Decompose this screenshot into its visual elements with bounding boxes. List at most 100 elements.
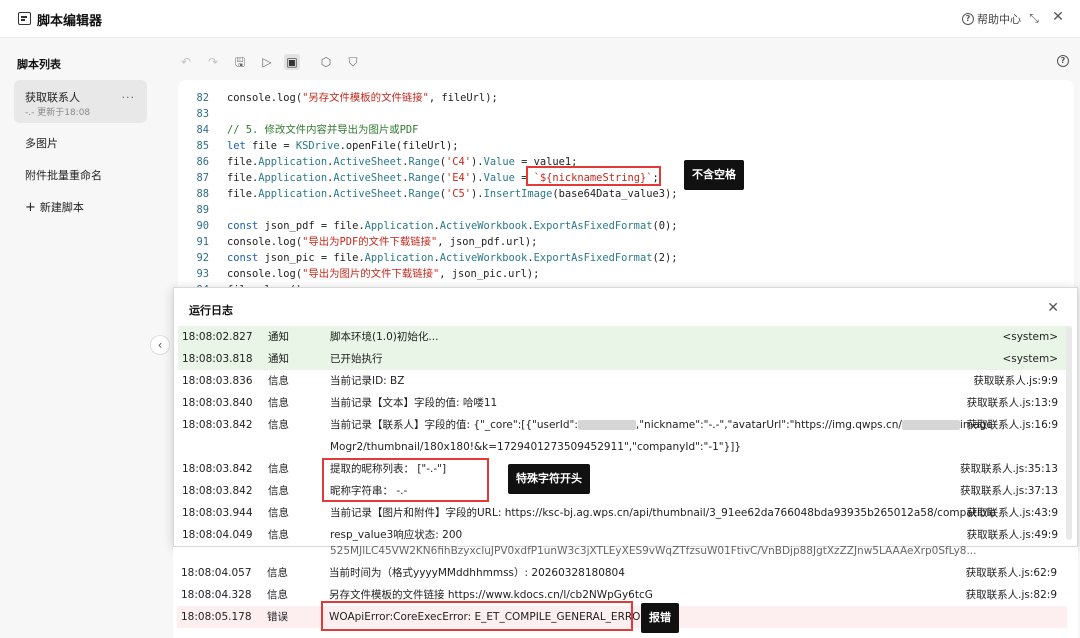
help-center-link[interactable]: ? 帮助中心	[962, 11, 1021, 27]
chevron-left-icon[interactable]: ‹	[150, 335, 170, 355]
redacted-user-id	[577, 420, 636, 430]
log-row: 18:08:04.057 信息 当前时间为（格式yyyyMMddhhmmss）:…	[177, 562, 1067, 584]
run-icon[interactable]: ▷	[259, 54, 275, 70]
code-line: 91 console.log("导出为PDF的文件下载链接", json_pdf.…	[196, 236, 538, 248]
log-message: 当前记录【图片和附件】字段的URL: https://ksc-bj.ag.wps…	[330, 507, 996, 519]
log-level: 信息	[268, 397, 289, 409]
log-time: 18:08:04.328	[181, 589, 252, 601]
log-message: 当前记录【联系人】字段的值: {"_core":[{"userId": ,"nic…	[330, 414, 993, 436]
log-scrollbar[interactable]	[1066, 326, 1072, 540]
code-line: 84// 5. 修改文件内容并导出为图片或PDF	[196, 124, 419, 136]
log-message: 已开始执行	[330, 353, 383, 365]
code-line: 83	[196, 108, 209, 120]
run-log-lower-rows: 525MJlLC45VW2KN6fihBzyxcluJPV0xdfP1unW3c…	[173, 545, 1078, 638]
highlight-box-template-literal	[526, 166, 661, 186]
log-row: 18:08:03.836 信息 当前记录ID: BZ 获取联系人.js:9:9	[178, 370, 1068, 392]
highlight-box-error	[321, 601, 633, 631]
redacted-avatar-path	[901, 420, 960, 430]
script-editor-icon	[18, 12, 31, 25]
log-time: 18:08:04.049	[182, 529, 253, 541]
help-center-label: 帮助中心	[977, 13, 1021, 26]
shield-icon[interactable]: ⛉	[345, 54, 361, 70]
log-source: <system>	[1002, 331, 1058, 343]
log-time: 18:08:03.944	[182, 507, 253, 519]
log-row: 18:08:03.842 信息 昵称字符串： -.- 获取联系人.js:37:1…	[178, 480, 1068, 502]
new-script-label: 新建脚本	[39, 201, 84, 214]
log-time: 18:08:03.836	[182, 375, 253, 387]
run-log-title: 运行日志	[189, 304, 233, 317]
log-row: 18:08:03.842 信息 当前记录【联系人】字段的值: {"_core":…	[178, 414, 1068, 436]
log-time: 18:08:05.178	[181, 611, 252, 623]
package-icon[interactable]: ⬡	[318, 54, 334, 70]
log-source: 获取联系人.js:43:9	[966, 507, 1058, 519]
annotation-special-char: 特殊字符开头	[508, 464, 590, 494]
collapse-icon[interactable]: ⤡	[1027, 11, 1041, 25]
plus-icon: +	[25, 200, 36, 215]
log-row: 18:08:03.840 信息 当前记录【文本】字段的值: 哈喽11 获取联系人…	[178, 392, 1068, 414]
log-source: 获取联系人.js:13:9	[966, 397, 1058, 409]
log-message: 当前记录ID: BZ	[330, 375, 405, 387]
close-icon[interactable]: ✕	[1047, 300, 1059, 316]
log-source: 获取联系人.js:62:9	[965, 567, 1057, 579]
sidebar-item-multi-image[interactable]: 多图片	[14, 130, 147, 154]
log-level: 信息	[268, 485, 289, 497]
log-time: 18:08:03.818	[182, 353, 253, 365]
code-line: 92 const json_pic = file.Application.Acti…	[196, 252, 678, 264]
window-title: 脚本编辑器	[37, 14, 103, 29]
log-time: 18:08:04.057	[181, 567, 252, 579]
log-message: Mogr2/thumbnail/180x180!&k=1729401273509…	[330, 441, 742, 453]
code-line: 85 let file = KSDrive.openFile(fileUrl);	[196, 140, 459, 152]
log-truncated-line: 525MJlLC45VW2KN6fihBzyxcluJPV0xdfP1unW3c…	[330, 545, 977, 557]
editor-help-icon[interactable]: ?	[1057, 55, 1069, 67]
code-line: 93 console.log("导出为图片的文件下载链接", json_pic.u…	[196, 268, 540, 280]
code-line: 82 console.log("另存文件模板的文件链接", fileUrl);	[196, 92, 498, 104]
sidebar-item-get-contacts[interactable]: 获取联系人 -.- 更新于18:08 ···	[14, 80, 147, 123]
redo-icon[interactable]: ↷	[205, 54, 221, 70]
save-icon[interactable]: 🖫	[232, 54, 248, 70]
log-time: 18:08:02.827	[182, 331, 253, 343]
code-line: 89	[196, 204, 209, 216]
undo-icon[interactable]: ↶	[178, 54, 194, 70]
sidebar-item-label: 多图片	[25, 137, 58, 150]
log-level: 信息	[268, 507, 289, 519]
new-script-button[interactable]: + 新建脚本	[14, 195, 147, 219]
log-message: 当前记录【文本】字段的值: 哈喽11	[330, 397, 498, 409]
log-time: 18:08:03.842	[182, 485, 253, 497]
sidebar-item-batch-rename[interactable]: 附件批量重命名	[14, 162, 147, 186]
log-row: 18:08:03.842 信息 提取的昵称列表： ["-.-"] 获取联系人.j…	[178, 458, 1068, 480]
annotation-error: 报错	[641, 603, 679, 633]
log-source: 获取联系人.js:9:9	[973, 375, 1058, 387]
close-window-icon[interactable]: ✕	[1051, 10, 1065, 24]
log-level: 信息	[267, 567, 288, 579]
log-level: 信息	[268, 529, 289, 541]
log-level: 错误	[267, 611, 288, 623]
help-icon: ?	[962, 13, 974, 25]
log-row: 18:08:02.827 通知 脚本环境(1.0)初始化... <system>	[178, 326, 1068, 348]
log-level: 信息	[268, 419, 289, 431]
run-log-dialog: 运行日志 ✕ 18:08:02.827 通知 脚本环境(1.0)初始化... <…	[173, 287, 1078, 547]
log-message-part: 当前记录【联系人】字段的值: {"_core":[{"userId":	[330, 419, 578, 431]
log-row: 18:08:03.818 通知 已开始执行 <system>	[178, 348, 1068, 370]
code-line: 90 const json_pdf = file.Application.Acti…	[196, 220, 678, 232]
title-bar: 脚本编辑器 ? 帮助中心 ⤡ ✕	[0, 0, 1080, 38]
log-level: 通知	[268, 353, 289, 365]
more-options-icon[interactable]: ···	[122, 91, 136, 104]
log-source: 获取联系人.js:82:9	[965, 589, 1057, 601]
log-level: 信息	[267, 589, 288, 601]
log-time: 18:08:03.840	[182, 397, 253, 409]
log-level: 通知	[268, 331, 289, 343]
log-message: 当前时间为（格式yyyyMMddhhmmss）: 20260328180804	[329, 567, 625, 579]
log-level: 信息	[268, 463, 289, 475]
highlight-box-nickname	[322, 458, 489, 502]
log-message-part: ,"nickname":"-.-","avatarUrl":"https://i…	[635, 419, 902, 431]
log-source: 获取联系人.js:49:9	[966, 529, 1058, 541]
document-icon[interactable]: ▣	[284, 54, 300, 70]
log-row-continuation: Mogr2/thumbnail/180x180!&k=1729401273509…	[178, 436, 1068, 458]
log-source: 获取联系人.js:16:9	[966, 419, 1058, 431]
sidebar-item-label: 获取联系人	[25, 91, 80, 104]
code-line: 86 file.Application.ActiveSheet.Range('C4…	[196, 156, 578, 168]
sidebar-item-updated: -.- 更新于18:08	[25, 108, 91, 118]
log-source: 获取联系人.js:37:13	[959, 485, 1058, 497]
script-list-heading: 脚本列表	[17, 58, 61, 71]
log-source: <system>	[1002, 353, 1058, 365]
